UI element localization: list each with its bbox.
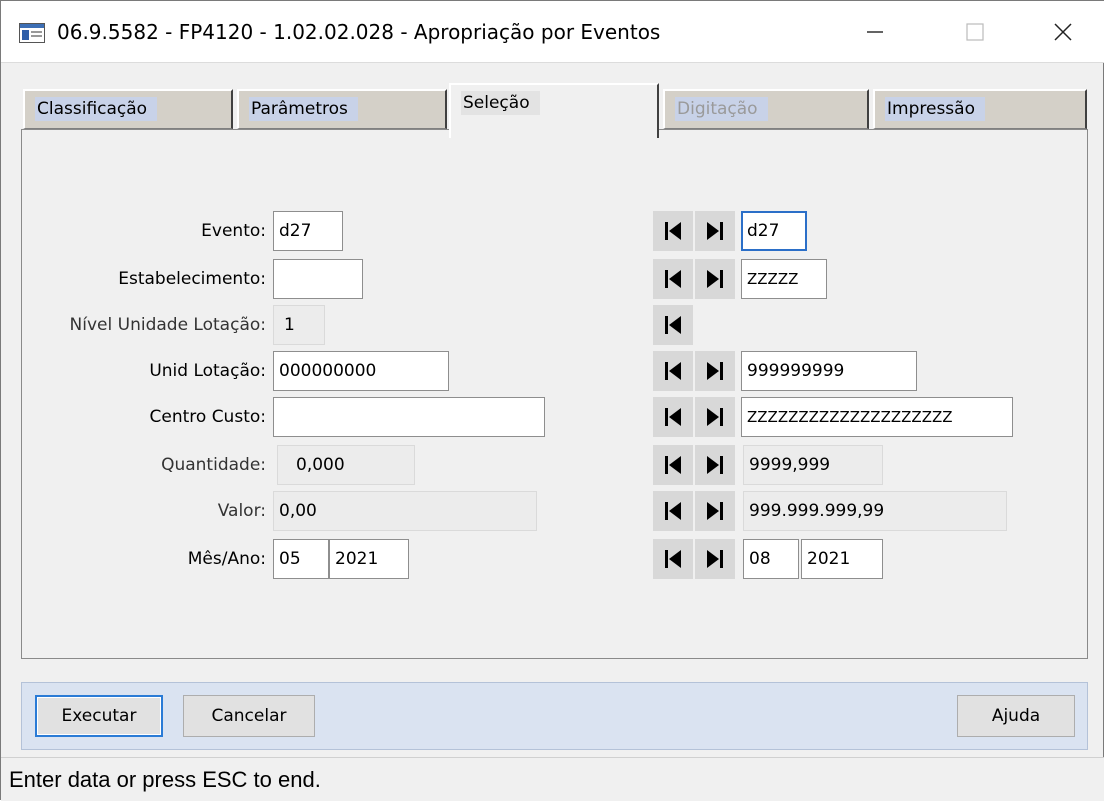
tab-label: Impressão (885, 97, 985, 121)
tab-label: Seleção (461, 91, 540, 115)
evento-first-button[interactable] (653, 211, 693, 251)
tab-label: Digitação (675, 97, 768, 121)
tab-label: Classificação (35, 97, 158, 121)
evento-last-button[interactable] (695, 211, 735, 251)
evento-label: Evento: (201, 221, 266, 241)
first-record-icon (665, 316, 681, 334)
valor-last-button[interactable] (695, 491, 735, 531)
valor-first-button[interactable] (653, 491, 693, 531)
last-record-icon (707, 502, 723, 520)
maximize-icon (966, 23, 984, 41)
mes-ano-label: Mês/Ano: (187, 549, 266, 569)
centro-custo-from-input[interactable] (273, 397, 545, 437)
quantidade-first-button[interactable] (653, 445, 693, 485)
close-button[interactable] (1031, 1, 1095, 63)
first-record-icon (665, 408, 681, 426)
status-message: Enter data or press ESC to end. (9, 767, 321, 792)
last-record-icon (707, 550, 723, 568)
estabelecimento-last-button[interactable] (695, 259, 735, 299)
quantidade-last-button[interactable] (695, 445, 735, 485)
centro-custo-label: Centro Custo: (149, 407, 267, 427)
nivel-unidade-lotacao-value: 1 (273, 305, 325, 345)
first-record-icon (665, 362, 681, 380)
centro-custo-first-button[interactable] (653, 397, 693, 437)
quantidade-to-value: 9999,999 (743, 445, 883, 485)
nivel-first-button[interactable] (653, 305, 693, 345)
unid-lotacao-to-input[interactable]: 999999999 (741, 351, 917, 391)
centro-custo-last-button[interactable] (695, 397, 735, 437)
unid-lotacao-from-input[interactable]: 000000000 (273, 351, 449, 391)
tab-label: Parâmetros (249, 97, 358, 121)
mes-ano-first-button[interactable] (653, 539, 693, 579)
tab-classificacao[interactable]: Classificação (23, 89, 233, 129)
first-record-icon (665, 550, 681, 568)
evento-from-input[interactable]: d27 (273, 211, 343, 251)
tab-digitacao: Digitação (663, 89, 869, 129)
estabelecimento-from-input[interactable] (273, 259, 363, 299)
centro-custo-to-input[interactable]: ZZZZZZZZZZZZZZZZZZZZ (741, 397, 1013, 437)
last-record-icon (707, 222, 723, 240)
quantidade-label: Quantidade: (161, 455, 266, 475)
status-bar: Enter data or press ESC to end. (1, 757, 1104, 801)
executar-button[interactable]: Executar (35, 695, 163, 737)
valor-label: Valor: (217, 501, 266, 521)
last-record-icon (707, 362, 723, 380)
ano-to-input[interactable]: 2021 (801, 539, 883, 579)
last-record-icon (707, 456, 723, 474)
cancelar-button[interactable]: Cancelar (183, 695, 315, 737)
button-bar (21, 682, 1088, 750)
unid-lotacao-last-button[interactable] (695, 351, 735, 391)
tab-panel-selecao (21, 129, 1088, 659)
valor-to-value: 999.999.999,99 (743, 491, 1007, 531)
valor-from-value: 0,00 (273, 491, 537, 531)
estabelecimento-to-input[interactable]: ZZZZZ (741, 259, 827, 299)
title-bar: 06.9.5582 - FP4120 - 1.02.02.028 - Aprop… (1, 1, 1104, 63)
last-record-icon (707, 408, 723, 426)
estabelecimento-first-button[interactable] (653, 259, 693, 299)
first-record-icon (665, 222, 681, 240)
ajuda-button[interactable]: Ajuda (957, 695, 1075, 737)
minimize-button[interactable] (843, 1, 907, 63)
minimize-icon (867, 31, 883, 33)
mes-ano-last-button[interactable] (695, 539, 735, 579)
app-window-icon (19, 23, 45, 43)
first-record-icon (665, 502, 681, 520)
mes-to-input[interactable]: 08 (743, 539, 799, 579)
tab-selecao[interactable]: Seleção (449, 83, 659, 138)
unid-lotacao-label: Unid Lotação: (149, 361, 266, 381)
estabelecimento-label: Estabelecimento: (118, 269, 266, 289)
first-record-icon (665, 270, 681, 288)
unid-lotacao-first-button[interactable] (653, 351, 693, 391)
nivel-unidade-lotacao-label: Nível Unidade Lotação: (69, 315, 266, 335)
last-record-icon (707, 270, 723, 288)
app-window: 06.9.5582 - FP4120 - 1.02.02.028 - Aprop… (0, 0, 1104, 801)
evento-to-input[interactable]: d27 (741, 211, 807, 251)
maximize-button[interactable] (943, 1, 1007, 63)
quantidade-from-value: 0,000 (277, 445, 415, 485)
mes-from-input[interactable]: 05 (273, 539, 329, 579)
tab-impressao[interactable]: Impressão (873, 89, 1087, 129)
tab-parametros[interactable]: Parâmetros (237, 89, 447, 129)
close-icon (1054, 23, 1072, 41)
ano-from-input[interactable]: 2021 (329, 539, 409, 579)
window-title: 06.9.5582 - FP4120 - 1.02.02.028 - Aprop… (57, 20, 661, 44)
first-record-icon (665, 456, 681, 474)
